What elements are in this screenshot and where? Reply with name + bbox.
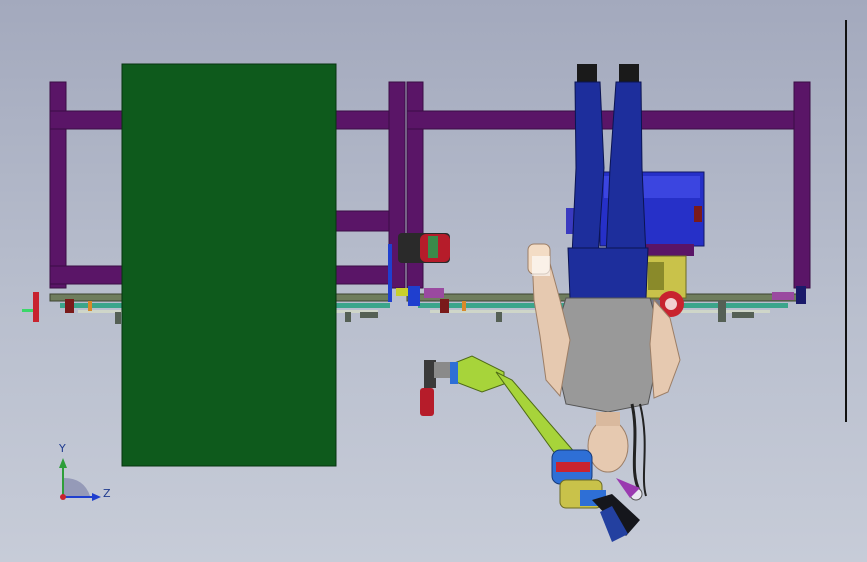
coordinate-triad bbox=[59, 458, 101, 501]
large-green-panel[interactable] bbox=[121, 63, 337, 467]
vertical-edge-line bbox=[845, 20, 847, 422]
triad-origin bbox=[60, 494, 66, 500]
z-axis-arrow bbox=[92, 493, 101, 501]
assembly-model-view[interactable] bbox=[0, 0, 867, 562]
y-axis-arrow bbox=[59, 458, 67, 468]
z-axis-label: Z bbox=[103, 487, 111, 500]
left-end-knob[interactable] bbox=[22, 292, 39, 322]
y-axis-label: Y bbox=[59, 442, 66, 455]
triad-plane-fill bbox=[64, 478, 90, 496]
cad-viewport[interactable]: Y Z bbox=[0, 0, 867, 562]
